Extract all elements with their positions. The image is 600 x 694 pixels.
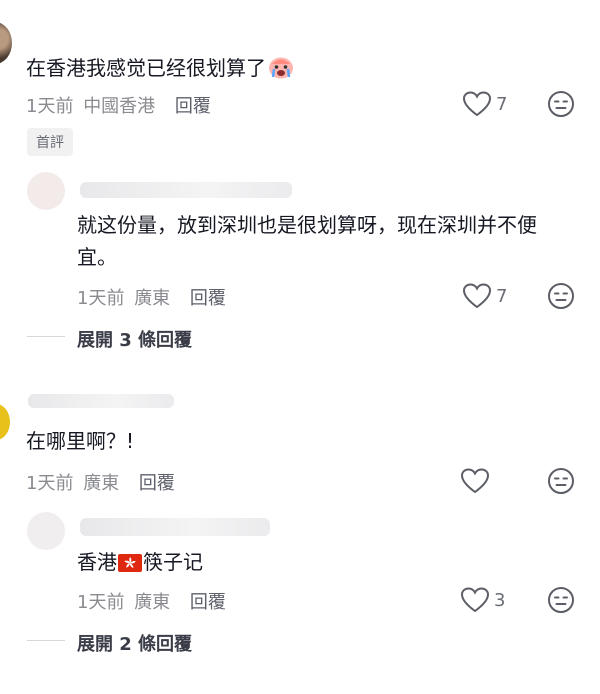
avatar[interactable]: [0, 404, 10, 440]
expand-replies-button[interactable]: 展開 2 條回覆: [77, 630, 192, 656]
like-button[interactable]: [460, 467, 492, 495]
like-button[interactable]: [462, 90, 494, 118]
dislike-button[interactable]: [547, 467, 575, 495]
reply-meta: 1天前 廣東 回覆: [77, 284, 226, 310]
reply-time: 1天前: [77, 288, 125, 309]
comment-time: 1天前: [26, 473, 74, 494]
neutral-face-icon: [548, 468, 574, 494]
hong-kong-flag-icon: [118, 554, 142, 572]
like-count: 7: [496, 286, 508, 307]
reply-button[interactable]: 回覆: [190, 592, 226, 613]
reply-button[interactable]: 回覆: [139, 473, 175, 494]
expand-replies-button[interactable]: 展開 3 條回覆: [77, 326, 192, 352]
neutral-face-icon: [548, 91, 574, 117]
neutral-face-icon: [548, 587, 574, 613]
like-count: 7: [496, 94, 508, 115]
neutral-face-icon: [548, 283, 574, 309]
reply-text: 香港 筷子记: [77, 550, 203, 574]
heart-icon: [462, 283, 492, 309]
comment-meta: 1天前 廣東 回覆: [26, 469, 175, 495]
heart-icon: [460, 468, 490, 494]
comment-location: 中國香港: [83, 96, 156, 117]
reply-button[interactable]: 回覆: [175, 96, 211, 117]
reply-location: 廣東: [134, 288, 171, 309]
divider: [27, 336, 65, 337]
reply-username-blurred[interactable]: [80, 518, 270, 536]
crying-face-icon: [268, 55, 294, 79]
comment-meta: 1天前 中國香港 回覆: [26, 92, 211, 118]
reply-avatar[interactable]: [27, 172, 65, 210]
reply-text: 就这份量，放到深圳也是很划算呀，现在深圳并不便宜。: [77, 213, 537, 269]
first-comment-badge: 首評: [27, 128, 73, 156]
divider: [27, 640, 65, 641]
heart-icon: [460, 587, 490, 613]
like-button[interactable]: [460, 586, 492, 614]
reply-time: 1天前: [77, 592, 125, 613]
comment-text: 在哪里啊？!: [26, 429, 135, 453]
dislike-button[interactable]: [547, 90, 575, 118]
reply-username-blurred[interactable]: [80, 182, 292, 198]
like-count: 3: [494, 590, 506, 611]
dislike-button[interactable]: [547, 282, 575, 310]
avatar[interactable]: [0, 22, 12, 64]
reply-button[interactable]: 回覆: [190, 288, 226, 309]
comment-location: 廣東: [83, 473, 120, 494]
comment-time: 1天前: [26, 96, 74, 117]
comment-text: 在香港我感觉已经很划算了: [26, 52, 546, 84]
like-button[interactable]: [462, 282, 494, 310]
heart-icon: [462, 91, 492, 117]
dislike-button[interactable]: [547, 586, 575, 614]
reply-avatar[interactable]: [27, 512, 65, 550]
reply-meta: 1天前 廣東 回覆: [77, 588, 226, 614]
username-blurred[interactable]: [28, 394, 174, 408]
reply-location: 廣東: [134, 592, 171, 613]
